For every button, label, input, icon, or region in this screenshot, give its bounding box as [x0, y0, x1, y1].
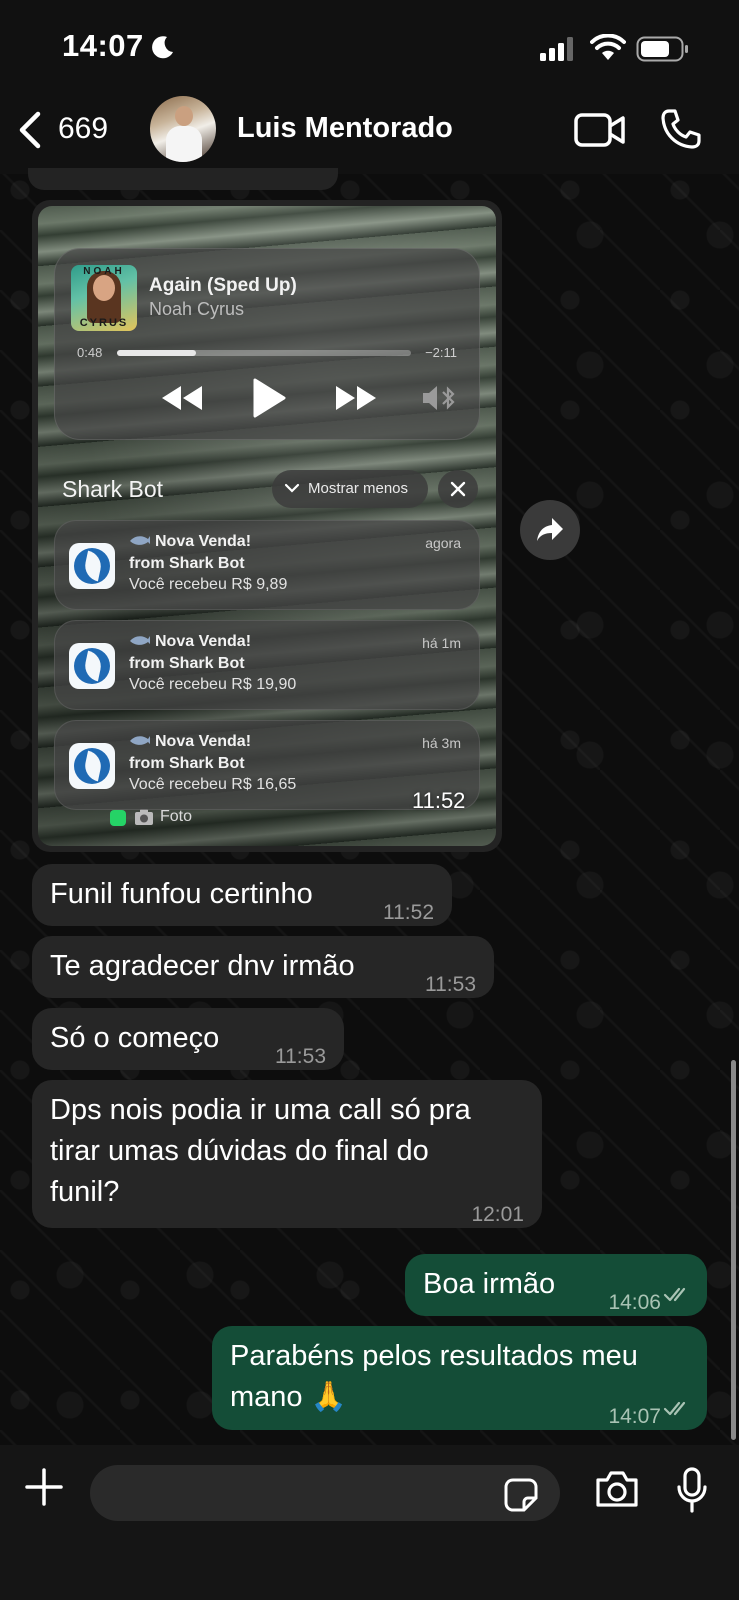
forward-arrow-icon — [537, 518, 563, 541]
plus-icon[interactable] — [24, 1467, 64, 1507]
shark-emoji-icon — [130, 736, 150, 745]
message-timestamp: 11:52 — [383, 901, 434, 924]
previous-message-edge — [28, 168, 338, 190]
shark-bot-app-icon — [69, 643, 115, 689]
outgoing-message[interactable]: Boa irmão 14:06 — [405, 1254, 707, 1316]
message-timestamp: 11:53 — [275, 1045, 326, 1068]
read-receipt-icon — [663, 1401, 686, 1416]
message-timestamp: 14:06 — [608, 1291, 661, 1314]
notification-body: Você recebeu R$ 9,89 — [129, 576, 288, 593]
message-text-line: mano 🙏 — [230, 1381, 347, 1413]
shark-emoji-icon — [130, 636, 150, 645]
status-time: 14:07 — [62, 28, 144, 63]
message-text-line: Dps nois podia ir uma call só pra — [50, 1094, 471, 1126]
camera-icon[interactable] — [594, 1469, 640, 1509]
album-art: NOAH CYRUS — [71, 265, 137, 331]
message-timestamp: 11:53 — [425, 973, 476, 996]
incoming-message[interactable]: Te agradecer dnv irmão 11:53 — [32, 936, 494, 998]
contact-avatar[interactable] — [150, 96, 216, 162]
rewind-icon — [162, 386, 202, 410]
photo-screenshot[interactable]: NOAH CYRUS Again (Sped Up) Noah Cyrus 0:… — [38, 206, 496, 846]
whatsapp-icon — [110, 810, 126, 826]
message-text: Só o começo — [50, 1022, 220, 1054]
stacked-notification-text: Foto — [160, 808, 193, 825]
notification-time: agora — [425, 535, 461, 551]
speaker-bluetooth-icon — [423, 386, 455, 410]
notification-card: Nova Venda! from Shark Bot Você recebeu … — [54, 620, 480, 710]
notification-group-label: Shark Bot — [62, 476, 163, 502]
shark-bot-app-icon — [69, 743, 115, 789]
battery-icon — [636, 36, 688, 62]
playback-progress-bar — [117, 350, 411, 356]
message-text-line: Parabéns pelos resultados meu — [230, 1340, 638, 1372]
music-player-widget: NOAH CYRUS Again (Sped Up) Noah Cyrus 0:… — [54, 248, 480, 440]
close-icon — [450, 481, 466, 497]
notification-title: Nova Venda! — [155, 733, 252, 750]
album-label-top: NOAH — [83, 266, 125, 277]
notification-source: from Shark Bot — [129, 555, 245, 572]
message-text-line: funil? — [50, 1176, 120, 1208]
notification-title: Nova Venda! — [155, 533, 252, 550]
incoming-message[interactable]: Funil funfou certinho 11:52 — [32, 864, 452, 926]
play-icon — [253, 378, 286, 418]
signal-icon — [540, 37, 573, 61]
notification-card: Nova Venda! from Shark Bot Você recebeu … — [54, 520, 480, 610]
scrollbar[interactable] — [731, 1060, 736, 1440]
microphone-icon[interactable] — [676, 1467, 708, 1513]
unread-count[interactable]: 669 — [58, 112, 108, 146]
back-chevron-icon[interactable] — [16, 110, 44, 150]
message-input[interactable] — [90, 1465, 560, 1521]
message-timestamp: 14:07 — [608, 1405, 661, 1428]
incoming-message[interactable]: Dps nois podia ir uma call só pra tirar … — [32, 1080, 542, 1228]
notification-time: há 3m — [422, 735, 461, 751]
wifi-icon — [590, 34, 626, 60]
notification-source: from Shark Bot — [129, 655, 245, 672]
notification-time: há 1m — [422, 635, 461, 651]
shark-bot-app-icon — [69, 543, 115, 589]
incoming-message[interactable]: Só o começo 11:53 — [32, 1008, 344, 1070]
song-artist: Noah Cyrus — [149, 299, 245, 319]
message-timestamp: 11:52 — [412, 788, 466, 813]
shark-emoji-icon — [130, 536, 150, 545]
camera-emoji-icon — [135, 809, 153, 825]
message-text-line: tirar umas dúvidas do final do — [50, 1135, 429, 1167]
phone-call-icon[interactable] — [660, 108, 702, 150]
fast-forward-icon — [336, 386, 376, 410]
message-text: Te agradecer dnv irmão — [50, 950, 355, 982]
elapsed-time: 0:48 — [77, 345, 103, 360]
song-title: Again (Sped Up) — [149, 275, 297, 296]
sticker-icon[interactable] — [504, 1478, 538, 1512]
notification-source: from Shark Bot — [129, 755, 245, 772]
moon-icon — [152, 36, 173, 59]
notification-body: Você recebeu R$ 19,90 — [129, 676, 297, 693]
notification-title: Nova Venda! — [155, 633, 252, 650]
message-composer — [0, 1445, 739, 1600]
message-text: Boa irmão — [423, 1268, 556, 1300]
read-receipt-icon — [663, 1287, 686, 1302]
remaining-time: −2:11 — [425, 345, 457, 360]
show-less-label: Mostrar menos — [308, 480, 409, 497]
message-text: Funil funfou certinho — [50, 878, 313, 910]
close-notifications-button — [438, 470, 478, 508]
video-call-icon[interactable] — [574, 112, 626, 148]
outgoing-message[interactable]: Parabéns pelos resultados meu mano 🙏 14:… — [212, 1326, 707, 1430]
photo-message[interactable]: NOAH CYRUS Again (Sped Up) Noah Cyrus 0:… — [32, 200, 502, 852]
chevron-down-icon — [284, 483, 300, 493]
status-bar: 14:07 — [0, 0, 739, 90]
message-timestamp: 12:01 — [471, 1203, 524, 1226]
album-label: CYRUS — [79, 317, 129, 329]
contact-name[interactable]: Luis Mentorado — [237, 112, 453, 145]
show-less-button: Mostrar menos — [272, 470, 428, 508]
forward-button[interactable] — [520, 500, 580, 560]
notification-body: Você recebeu R$ 16,65 — [129, 776, 297, 793]
chat-header: 669 Luis Mentorado — [0, 90, 739, 174]
